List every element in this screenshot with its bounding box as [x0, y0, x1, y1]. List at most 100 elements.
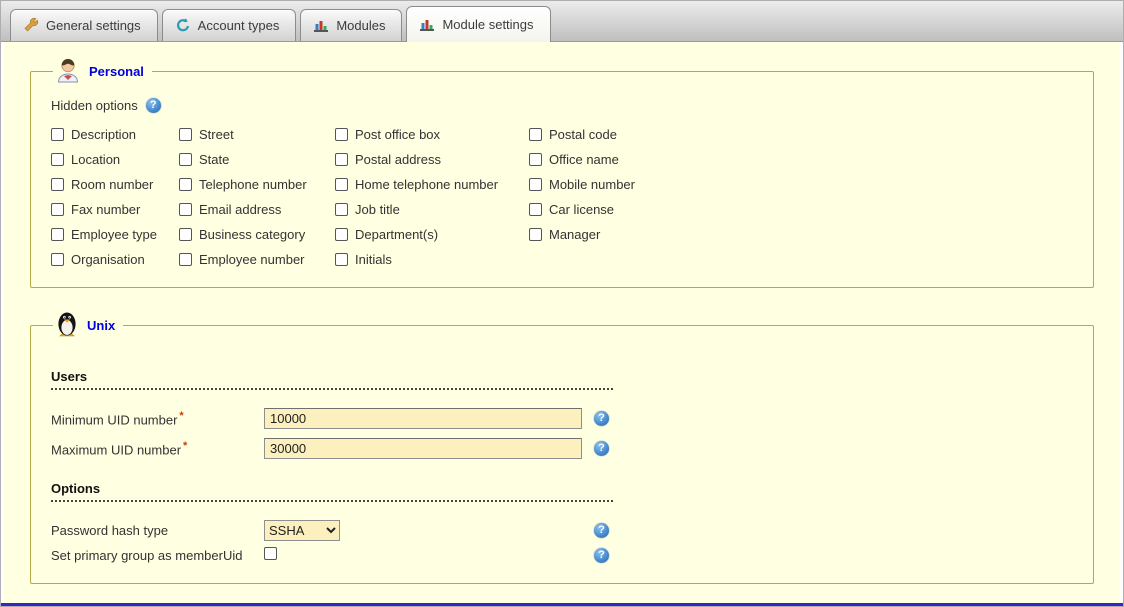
help-icon[interactable]: ? — [594, 523, 609, 538]
hidden-option-checkbox[interactable] — [179, 153, 192, 166]
tab-label: Module settings — [442, 17, 533, 32]
hidden-option-label: Department(s) — [355, 227, 438, 242]
member-uid-label: Set primary group as memberUid — [51, 548, 264, 563]
hidden-option-item: Car license — [529, 202, 699, 217]
hidden-option-item: Office name — [529, 152, 699, 167]
tab-module-settings[interactable]: Module settings — [406, 6, 550, 42]
personal-section: Personal Hidden options ? DescriptionStr… — [30, 56, 1094, 288]
account-types-icon — [175, 17, 191, 33]
max-uid-row: Maximum UID number* ? — [51, 438, 1079, 459]
hidden-option-item: Room number — [51, 177, 179, 192]
settings-page: General settings Account types Modules M… — [0, 0, 1124, 607]
hidden-option-label: Location — [71, 152, 120, 167]
hidden-option-checkbox[interactable] — [179, 203, 192, 216]
hidden-option-label: State — [199, 152, 229, 167]
hidden-option-label: Organisation — [71, 252, 145, 267]
max-uid-input[interactable] — [264, 438, 582, 459]
unix-section-legend: Unix — [53, 310, 123, 341]
hidden-option-checkbox[interactable] — [179, 178, 192, 191]
hidden-option-item: Location — [51, 152, 179, 167]
hidden-option-checkbox[interactable] — [335, 128, 348, 141]
users-subheading: Users — [51, 369, 613, 390]
hidden-option-label: Manager — [549, 227, 600, 242]
password-hash-select[interactable]: SSHA — [264, 520, 340, 541]
password-hash-select-wrap: SSHA — [264, 520, 594, 541]
hidden-option-label: Home telephone number — [355, 177, 498, 192]
tab-account-types[interactable]: Account types — [162, 9, 297, 41]
hidden-option-checkbox[interactable] — [179, 253, 192, 266]
hidden-option-label: Fax number — [71, 202, 140, 217]
hidden-option-checkbox[interactable] — [179, 128, 192, 141]
hidden-option-checkbox[interactable] — [335, 153, 348, 166]
password-hash-row: Password hash type SSHA ? — [51, 520, 1079, 541]
hidden-option-checkbox[interactable] — [51, 228, 64, 241]
hidden-option-item: Home telephone number — [335, 177, 529, 192]
hidden-option-checkbox[interactable] — [529, 228, 542, 241]
hidden-option-checkbox[interactable] — [51, 153, 64, 166]
min-uid-input[interactable] — [264, 408, 582, 429]
personal-section-legend: Personal — [53, 56, 152, 86]
hidden-option-label: Postal address — [355, 152, 441, 167]
hidden-option-checkbox[interactable] — [335, 178, 348, 191]
hidden-option-checkbox[interactable] — [51, 128, 64, 141]
modules-chart-icon — [313, 17, 329, 33]
hidden-option-item: Job title — [335, 202, 529, 217]
unix-section: Unix Users Minimum UID number* ? Maximum… — [30, 310, 1094, 584]
tab-label: General settings — [46, 18, 141, 33]
hidden-option-item: Postal address — [335, 152, 529, 167]
help-icon[interactable]: ? — [594, 441, 609, 456]
help-icon[interactable]: ? — [594, 548, 609, 563]
hidden-option-label: Post office box — [355, 127, 440, 142]
member-uid-checkbox[interactable] — [264, 547, 277, 560]
hidden-option-item: Post office box — [335, 127, 529, 142]
hidden-option-item: Business category — [179, 227, 335, 242]
hidden-option-label: Job title — [355, 202, 400, 217]
min-uid-label: Minimum UID number* — [51, 410, 264, 427]
required-star: * — [179, 410, 183, 422]
hidden-option-checkbox[interactable] — [179, 228, 192, 241]
wrench-icon — [23, 17, 39, 33]
hidden-option-checkbox[interactable] — [51, 253, 64, 266]
footer-divider — [1, 603, 1123, 606]
hidden-option-checkbox[interactable] — [529, 203, 542, 216]
tab-modules[interactable]: Modules — [300, 9, 402, 41]
hidden-option-label: Room number — [71, 177, 153, 192]
help-icon[interactable]: ? — [146, 98, 161, 113]
options-subheading: Options — [51, 481, 613, 502]
tab-bar: General settings Account types Modules M… — [1, 1, 1123, 42]
unix-section-title: Unix — [87, 318, 115, 333]
hidden-options-grid: DescriptionStreetPost office boxPostal c… — [51, 127, 1079, 267]
hidden-option-checkbox[interactable] — [51, 178, 64, 191]
hidden-option-checkbox[interactable] — [529, 153, 542, 166]
hidden-option-label: Postal code — [549, 127, 617, 142]
hidden-option-item: Employee type — [51, 227, 179, 242]
hidden-option-checkbox[interactable] — [335, 203, 348, 216]
hidden-option-item: Mobile number — [529, 177, 699, 192]
help-icon[interactable]: ? — [594, 411, 609, 426]
tab-label: Modules — [336, 18, 385, 33]
required-star: * — [183, 440, 187, 452]
hidden-option-checkbox[interactable] — [529, 128, 542, 141]
tab-general-settings[interactable]: General settings — [10, 9, 158, 41]
hidden-option-label: Car license — [549, 202, 614, 217]
hidden-option-label: Office name — [549, 152, 619, 167]
hidden-options-label: Hidden options — [51, 98, 138, 113]
hidden-option-item: Initials — [335, 252, 529, 267]
hidden-option-checkbox[interactable] — [51, 203, 64, 216]
hidden-option-item: Email address — [179, 202, 335, 217]
hidden-option-label: Email address — [199, 202, 281, 217]
tab-label: Account types — [198, 18, 280, 33]
hidden-option-label: Description — [71, 127, 136, 142]
hidden-option-checkbox[interactable] — [335, 228, 348, 241]
hidden-option-label: Mobile number — [549, 177, 635, 192]
min-uid-row: Minimum UID number* ? — [51, 408, 1079, 429]
tux-penguin-icon — [55, 310, 79, 341]
hidden-option-checkbox[interactable] — [335, 253, 348, 266]
personal-section-title: Personal — [89, 64, 144, 79]
module-settings-content: Personal Hidden options ? DescriptionStr… — [1, 42, 1123, 603]
hidden-option-checkbox[interactable] — [529, 178, 542, 191]
hidden-option-item: State — [179, 152, 335, 167]
person-icon — [55, 56, 81, 86]
max-uid-label: Maximum UID number* — [51, 440, 264, 457]
hidden-option-label: Employee number — [199, 252, 305, 267]
